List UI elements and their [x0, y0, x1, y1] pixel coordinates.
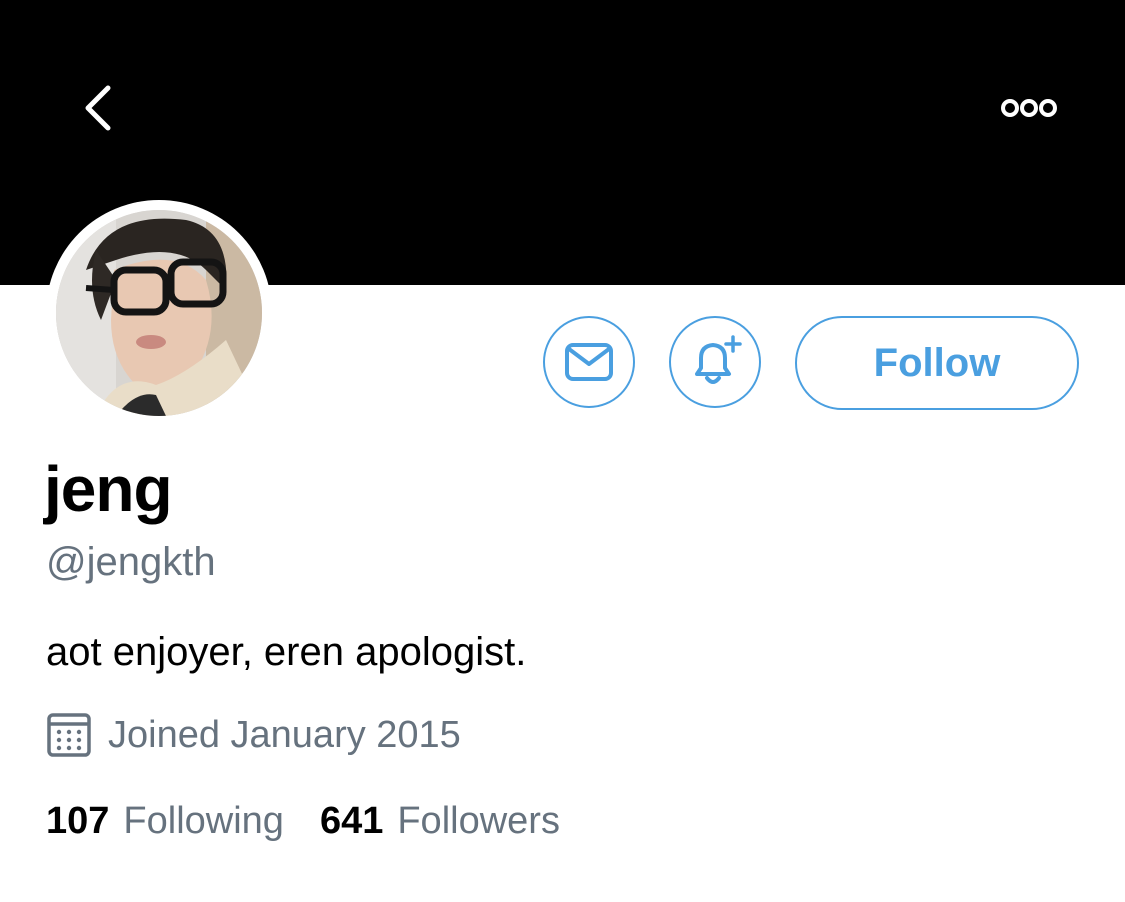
following-label: Following	[123, 800, 284, 842]
chevron-left-icon	[85, 85, 111, 131]
followers-label: Followers	[397, 800, 560, 842]
avatar[interactable]	[56, 210, 262, 416]
back-button[interactable]	[68, 80, 124, 136]
followers-count: 641	[319, 800, 384, 842]
bell-plus-icon	[695, 335, 742, 384]
more-options-button[interactable]	[996, 86, 1062, 130]
joined-date: Joined January 2015	[108, 713, 461, 756]
notifications-button[interactable]	[669, 316, 761, 408]
user-bio: aot enjoyer, eren apologist.	[46, 630, 527, 674]
joined-date-row: Joined January 2015	[46, 710, 461, 760]
display-name: jeng	[44, 453, 173, 525]
user-handle: @jengkth	[46, 540, 216, 584]
more-options-icon	[1001, 99, 1057, 117]
follow-stats: 107 Following 641 Followers	[46, 800, 560, 843]
followers-link[interactable]: 641 Followers	[320, 800, 560, 843]
envelope-icon	[565, 343, 613, 381]
following-link[interactable]: 107 Following	[46, 800, 284, 843]
calendar-icon	[47, 713, 91, 757]
following-count: 107	[46, 800, 110, 842]
follow-button[interactable]: Follow	[795, 316, 1079, 410]
profile-photo	[56, 210, 262, 416]
message-button[interactable]	[543, 316, 635, 408]
avatar-frame	[46, 200, 272, 426]
